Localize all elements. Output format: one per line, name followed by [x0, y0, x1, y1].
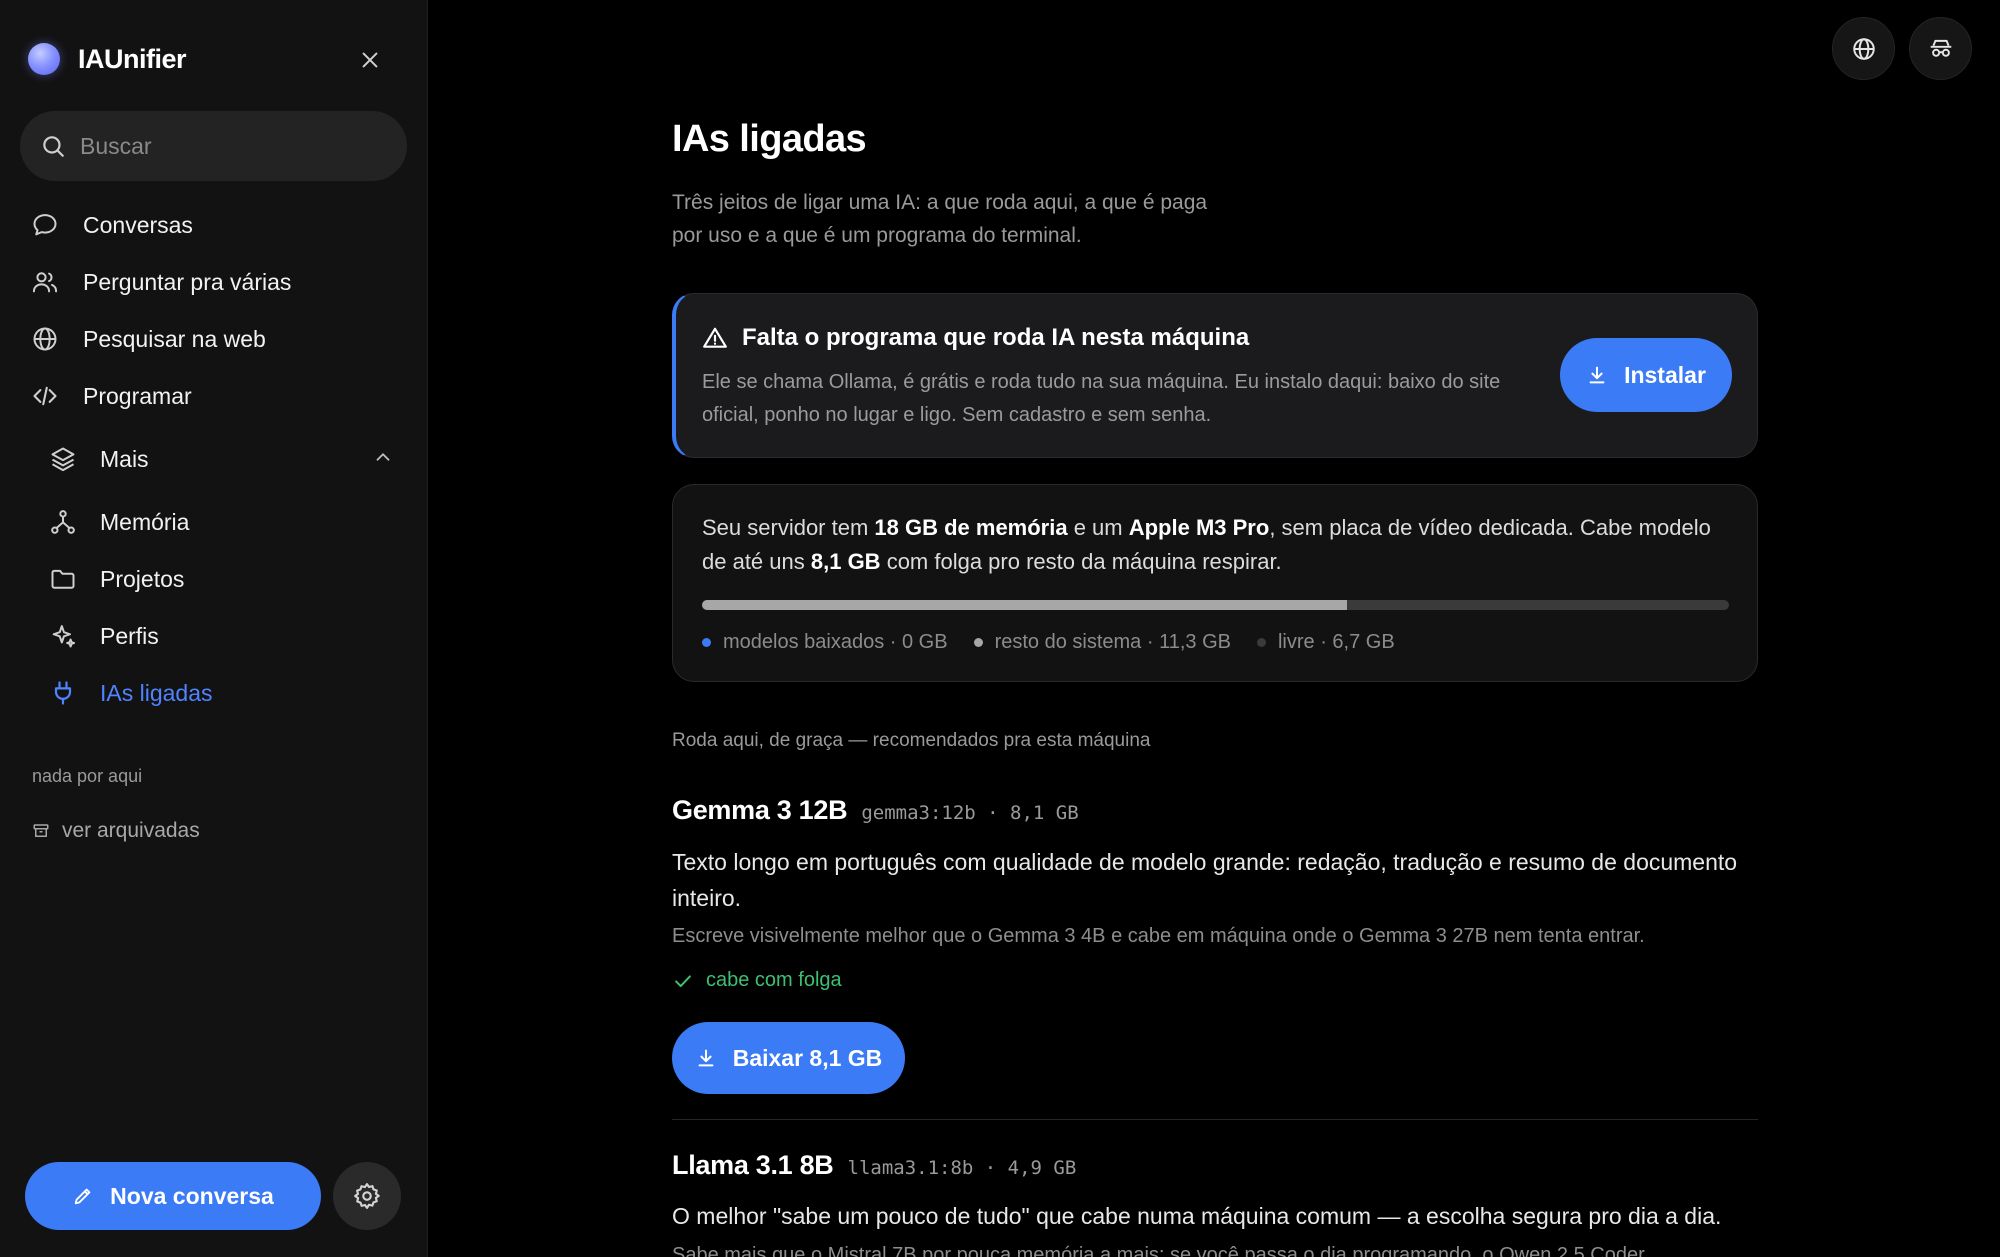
legend-system: resto do sistema · 11,3 GB — [973, 631, 1231, 654]
empty-conversations-label: nada por aqui — [32, 766, 143, 786]
plug-icon — [48, 678, 78, 708]
alert-title: Falta o programa que roda IA nesta máqui… — [702, 324, 1249, 352]
globe-icon — [30, 324, 60, 354]
sidebar-item-conversas[interactable]: Conversas — [30, 203, 193, 247]
sidebar-item-label: Perguntar pra várias — [83, 268, 292, 295]
ram-value: 18 GB de memória — [874, 515, 1068, 540]
search-box[interactable] — [20, 111, 407, 181]
gear-icon — [354, 1183, 380, 1209]
section-title: Roda aqui, de graça — recomendados pra e… — [672, 730, 1151, 751]
sidebar-item-programar[interactable]: Programar — [30, 374, 192, 418]
memory-text: Seu servidor tem 18 GB de memória e um A… — [702, 515, 1711, 574]
max-model-value: 8,1 GB — [810, 549, 881, 574]
network-icon — [48, 507, 78, 537]
download-label: Baixar 8,1 GB — [732, 1044, 883, 1071]
legend-dot — [1256, 638, 1266, 647]
sidebar-item-label: Perfis — [100, 622, 159, 649]
new-chat-label: Nova conversa — [110, 1182, 274, 1209]
page-subtitle: Três jeitos de ligar uma IA: a que roda … — [672, 191, 1208, 247]
warning-icon — [703, 327, 727, 348]
sidebar-item-pesquisar[interactable]: Pesquisar na web — [30, 317, 266, 361]
memory-legend: modelos baixados · 0 GB resto do sistema… — [702, 631, 1421, 654]
download-icon — [698, 1049, 714, 1067]
model-header: Gemma 3 12B gemma3:12b · 8,1 GB — [672, 795, 1079, 826]
sidebar-item-perguntar[interactable]: Perguntar pra várias — [30, 260, 291, 304]
chevron-up-icon[interactable] — [372, 446, 394, 468]
sidebar-item-label: Programar — [83, 382, 192, 409]
incognito-button[interactable] — [1909, 17, 1972, 80]
folder-icon — [48, 564, 78, 594]
install-label: Instalar — [1624, 361, 1706, 388]
model-name: Gemma 3 12B — [672, 795, 848, 825]
fit-label: cabe com folga — [706, 969, 842, 991]
settings-button[interactable] — [333, 1162, 401, 1230]
sidebar-item-projetos[interactable]: Projetos — [48, 557, 184, 601]
divider — [672, 1119, 1758, 1120]
sidebar-item-mais[interactable]: Mais — [48, 437, 149, 481]
app-logo — [28, 43, 60, 75]
close-sidebar-button[interactable] — [354, 44, 386, 76]
app-name: IAUnifier — [78, 43, 187, 74]
model-note: Escreve visivelmente melhor que o Gemma … — [672, 925, 1645, 947]
memory-card: Seu servidor tem 18 GB de memória e um A… — [672, 484, 1758, 682]
search-icon — [43, 136, 64, 157]
archive-icon — [33, 824, 49, 837]
incognito-icon — [1930, 39, 1951, 57]
close-icon — [362, 52, 378, 68]
sidebar-item-label: IAs ligadas — [100, 679, 213, 706]
sparkle-icon — [48, 621, 78, 651]
sidebar-item-ias-ligadas[interactable]: IAs ligadas — [48, 671, 213, 715]
alert-text: Ele se chama Ollama, é grátis e roda tud… — [702, 371, 1501, 426]
archived-label: ver arquivadas — [62, 819, 200, 842]
sidebar-item-memoria[interactable]: Memória — [48, 500, 189, 544]
model-description: O melhor "sabe um pouco de tudo" que cab… — [672, 1203, 1722, 1229]
model-meta: llama3.1:8b · 4,9 GB — [847, 1157, 1077, 1179]
sidebar-item-perfis[interactable]: Perfis — [48, 614, 159, 658]
sidebar-item-label: Pesquisar na web — [83, 325, 266, 352]
brand: IAUnifier — [28, 38, 187, 80]
memory-usage-bar — [702, 600, 1729, 610]
alert-title-text: Falta o programa que roda IA nesta máqui… — [742, 324, 1250, 351]
archived-link[interactable]: ver arquivadas — [32, 819, 200, 843]
install-button[interactable]: Instalar — [1560, 338, 1732, 412]
cpu-value: Apple M3 Pro — [1128, 515, 1270, 540]
model-note: Sabe mais que o Mistral 7B por pouca mem… — [672, 1244, 1645, 1257]
model-name: Llama 3.1 8B — [672, 1150, 834, 1180]
download-model-button[interactable]: Baixar 8,1 GB — [672, 1022, 905, 1094]
chat-bubble-icon — [30, 210, 60, 240]
layers-icon — [48, 444, 78, 474]
legend-free: livre · 6,7 GB — [1256, 631, 1395, 654]
sidebar-item-label: Mais — [100, 445, 149, 472]
pencil-icon — [74, 1188, 91, 1205]
new-chat-button[interactable]: Nova conversa — [25, 1162, 321, 1230]
users-icon — [30, 267, 60, 297]
language-button[interactable] — [1832, 17, 1895, 80]
model-description: Texto longo em português com qualidade d… — [672, 849, 1738, 911]
memory-bar-system — [702, 600, 1347, 610]
search-input[interactable] — [80, 132, 380, 160]
code-icon — [30, 381, 60, 411]
download-icon — [1589, 366, 1605, 384]
fit-status: cabe com folga — [672, 969, 842, 992]
legend-dot — [702, 638, 711, 647]
check-icon — [675, 974, 691, 987]
globe-icon — [1852, 37, 1875, 60]
model-header: Llama 3.1 8B llama3.1:8b · 4,9 GB — [672, 1150, 1076, 1181]
sidebar-item-label: Memória — [100, 508, 190, 535]
legend-models: modelos baixados · 0 GB — [702, 631, 948, 654]
page-title: IAs ligadas — [672, 118, 867, 160]
sidebar: IAUnifier Conversas Perguntar pra várias… — [0, 0, 428, 1257]
model-meta: gemma3:12b · 8,1 GB — [861, 802, 1079, 824]
sidebar-item-label: Projetos — [100, 565, 185, 592]
legend-dot — [973, 638, 983, 647]
ollama-missing-alert: Falta o programa que roda IA nesta máqui… — [672, 293, 1758, 458]
sidebar-item-label: Conversas — [83, 211, 193, 238]
